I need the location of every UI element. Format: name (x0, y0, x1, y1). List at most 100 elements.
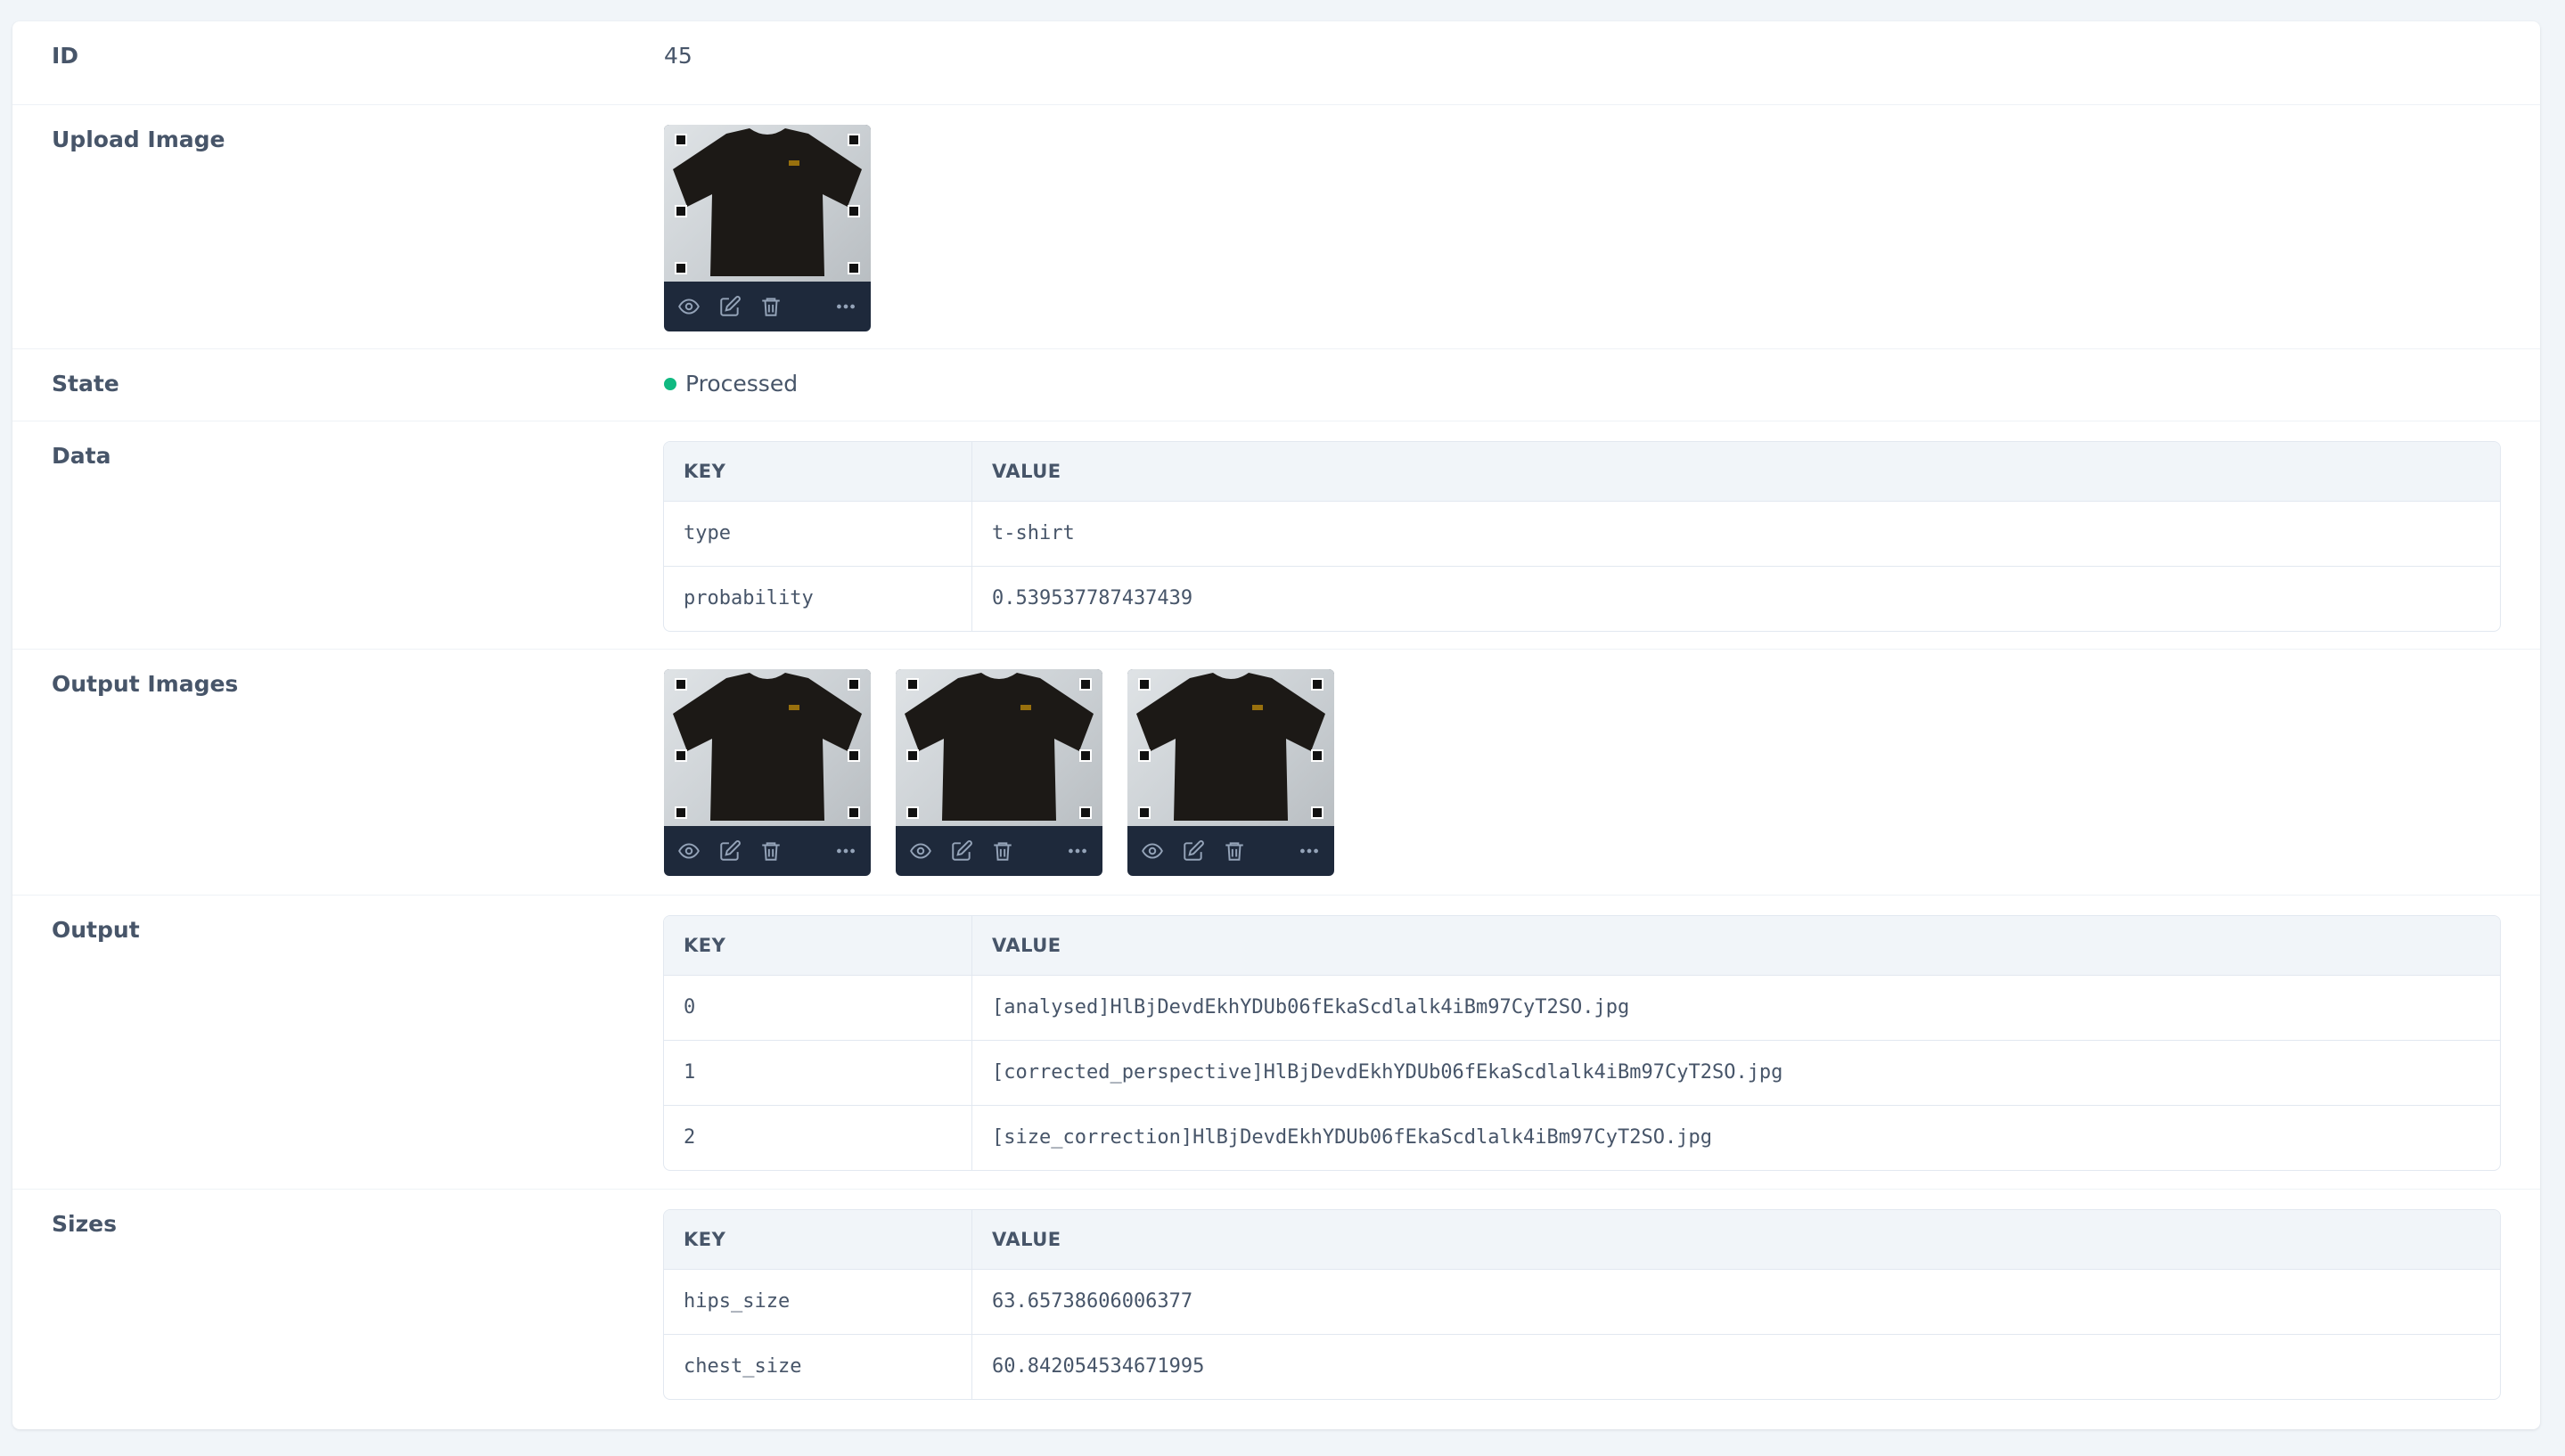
row-key: 0 (684, 996, 696, 1018)
field-label: Data (52, 443, 111, 469)
edit-icon[interactable] (1181, 838, 1206, 863)
fiducial-marker (1138, 749, 1151, 762)
image-tile[interactable] (896, 669, 1102, 876)
value-column-header: VALUE (992, 1229, 1061, 1250)
fiducial-marker (675, 134, 687, 146)
fiducial-marker (906, 806, 919, 819)
field-label: Upload Image (52, 127, 225, 152)
status-badge: Processed (664, 369, 2501, 399)
row-key: hips_size (684, 1290, 791, 1313)
image-tile[interactable] (664, 669, 871, 876)
field-label: Output Images (52, 671, 239, 697)
fiducial-marker (675, 262, 687, 274)
fiducial-marker (1079, 749, 1092, 762)
table-row: 0 [analysed]HlBjDevdEkhYDUb06fEkaScdlalk… (664, 976, 2500, 1041)
eye-icon[interactable] (676, 294, 701, 319)
key-column-header: KEY (684, 1229, 726, 1250)
more-icon[interactable] (833, 294, 858, 319)
fiducial-marker (848, 205, 860, 217)
fiducial-marker (1138, 678, 1151, 691)
field-state: State Processed (12, 349, 2540, 421)
field-output-images: Output Images (12, 650, 2540, 896)
edit-icon[interactable] (949, 838, 974, 863)
field-id: ID 45 (12, 21, 2540, 105)
trash-icon[interactable] (758, 294, 783, 319)
field-label: Sizes (52, 1211, 117, 1237)
row-value: 60.842054534671995 (992, 1355, 1205, 1378)
fiducial-marker (848, 134, 860, 146)
more-icon[interactable] (1065, 838, 1090, 863)
field-data: Data KEY VALUE type t-shirt probability … (12, 421, 2540, 650)
sizes-table: KEY VALUE hips_size 63.65738606006377 ch… (663, 1209, 2501, 1400)
table-header: KEY VALUE (664, 1210, 2500, 1270)
row-key: chest_size (684, 1355, 802, 1378)
output-image-thumbs (664, 669, 2501, 876)
fiducial-marker (675, 806, 687, 819)
trash-icon[interactable] (758, 838, 783, 863)
field-label: ID (52, 43, 79, 69)
fiducial-marker (675, 749, 687, 762)
field-upload-image: Upload Image (12, 105, 2540, 349)
row-key: 2 (684, 1126, 696, 1149)
fiducial-marker (848, 262, 860, 274)
fiducial-marker (906, 678, 919, 691)
row-value: t-shirt (992, 522, 1075, 544)
output-table: KEY VALUE 0 [analysed]HlBjDevdEkhYDUb06f… (663, 915, 2501, 1171)
field-label: State (52, 371, 119, 397)
fiducial-marker (1079, 678, 1092, 691)
tile-action-bar (664, 282, 871, 331)
status-text: Processed (685, 371, 799, 397)
table-row: 2 [size_correction]HlBjDevdEkhYDUb06fEka… (664, 1106, 2500, 1170)
table-header: KEY VALUE (664, 916, 2500, 976)
upload-image-thumbs (664, 125, 2501, 331)
status-dot (664, 378, 676, 390)
fiducial-marker (1311, 749, 1323, 762)
table-row: chest_size 60.842054534671995 (664, 1335, 2500, 1399)
field-label: Output (52, 917, 140, 943)
row-key: probability (684, 587, 814, 609)
fiducial-marker (848, 678, 860, 691)
tile-action-bar (1127, 826, 1334, 876)
fiducial-marker (1311, 678, 1323, 691)
field-sizes: Sizes KEY VALUE hips_size 63.65738606006… (12, 1190, 2540, 1429)
thumbnail-image (664, 125, 871, 282)
table-row: 1 [corrected_perspective]HlBjDevdEkhYDUb… (664, 1041, 2500, 1106)
more-icon[interactable] (1297, 838, 1322, 863)
row-key: 1 (684, 1061, 696, 1084)
thumbnail-image (664, 669, 871, 826)
fiducial-marker (675, 205, 687, 217)
image-tile[interactable] (664, 125, 871, 331)
fiducial-marker (1079, 806, 1092, 819)
row-value: 0.539537787437439 (992, 587, 1193, 609)
fiducial-marker (848, 749, 860, 762)
eye-icon[interactable] (676, 838, 701, 863)
id-value: 45 (664, 43, 692, 69)
fiducial-marker (675, 678, 687, 691)
row-value: [analysed]HlBjDevdEkhYDUb06fEkaScdlalk4i… (992, 996, 1630, 1018)
tile-action-bar (664, 826, 871, 876)
row-key: type (684, 522, 731, 544)
key-column-header: KEY (684, 935, 726, 956)
table-row: probability 0.539537787437439 (664, 567, 2500, 631)
trash-icon[interactable] (990, 838, 1015, 863)
key-column-header: KEY (684, 461, 726, 482)
more-icon[interactable] (833, 838, 858, 863)
row-value: [size_correction]HlBjDevdEkhYDUb06fEkaSc… (992, 1126, 1712, 1149)
fiducial-marker (906, 749, 919, 762)
trash-icon[interactable] (1222, 838, 1247, 863)
table-row: hips_size 63.65738606006377 (664, 1270, 2500, 1335)
fiducial-marker (1311, 806, 1323, 819)
detail-card: ID 45 Upload Image State Processed Data … (12, 21, 2540, 1429)
eye-icon[interactable] (1140, 838, 1165, 863)
value-column-header: VALUE (992, 935, 1061, 956)
edit-icon[interactable] (717, 838, 742, 863)
edit-icon[interactable] (717, 294, 742, 319)
eye-icon[interactable] (908, 838, 933, 863)
tile-action-bar (896, 826, 1102, 876)
value-column-header: VALUE (992, 461, 1061, 482)
data-table: KEY VALUE type t-shirt probability 0.539… (663, 441, 2501, 632)
fiducial-marker (1138, 806, 1151, 819)
row-value: [corrected_perspective]HlBjDevdEkhYDUb06… (992, 1061, 1783, 1084)
image-tile[interactable] (1127, 669, 1334, 876)
field-output: Output KEY VALUE 0 [analysed]HlBjDevdEkh… (12, 896, 2540, 1190)
